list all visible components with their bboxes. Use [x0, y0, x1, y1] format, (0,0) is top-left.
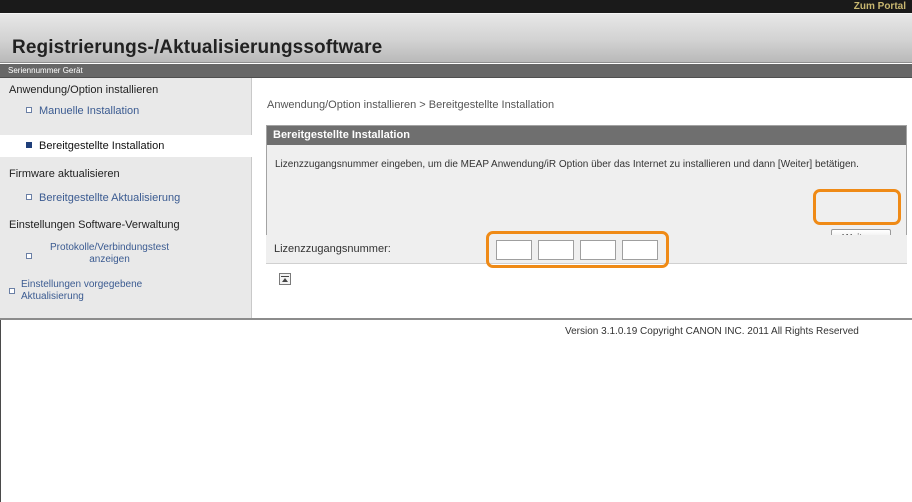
- back-to-top-icon[interactable]: [279, 273, 291, 285]
- sidebar-item-label: Einstellungen vorgegebene Aktualisierung: [21, 279, 143, 302]
- portal-link[interactable]: Zum Portal: [854, 0, 906, 13]
- sidebar-section-firmware: Firmware aktualisieren: [9, 168, 120, 180]
- title-bar: Registrierungs-/Aktualisierungssoftware: [0, 13, 912, 63]
- square-bullet-icon: [26, 253, 32, 259]
- breadcrumb: Anwendung/Option installieren > Bereitge…: [267, 99, 555, 111]
- square-bullet-icon: [26, 107, 32, 113]
- serial-number-bar: Seriennummer Gerät: [0, 64, 912, 78]
- copyright-footer: Version 3.1.0.19 Copyright CANON INC. 20…: [565, 326, 859, 337]
- square-bullet-icon: [26, 142, 32, 148]
- license-number-label: Lizenzzugangsnummer:: [274, 243, 391, 255]
- divider: [0, 318, 912, 320]
- license-field-3[interactable]: [580, 240, 616, 260]
- sidebar-item-label: Protokolle/Verbindungstest anzeigen: [50, 242, 169, 265]
- square-bullet-icon: [26, 194, 32, 200]
- square-bullet-icon: [9, 288, 15, 294]
- license-field-2[interactable]: [538, 240, 574, 260]
- serial-number-label: Seriennummer Gerät: [8, 66, 83, 75]
- sidebar-item-manual-installation[interactable]: Manuelle Installation: [0, 105, 252, 117]
- sidebar-item-logs-connection-test[interactable]: Protokolle/Verbindungstest anzeigen: [0, 242, 252, 266]
- license-field-1[interactable]: [496, 240, 532, 260]
- main-content: Anwendung/Option installieren > Bereitge…: [252, 78, 912, 318]
- divider: [0, 320, 1, 502]
- sidebar-section-settings: Einstellungen Software-Verwaltung: [9, 219, 180, 231]
- sidebar-item-default-update-settings[interactable]: Einstellungen vorgegebene Aktualisierung: [0, 279, 252, 303]
- sidebar-item-label: Bereitgestellte Aktualisierung: [39, 192, 181, 204]
- sidebar-item-provided-installation[interactable]: Bereitgestellte Installation: [0, 135, 252, 157]
- sidebar-section-install: Anwendung/Option installieren: [9, 84, 159, 96]
- sidebar-item-label: Bereitgestellte Installation: [39, 140, 165, 152]
- top-bar: Zum Portal: [0, 0, 912, 13]
- sidebar: Anwendung/Option installieren Manuelle I…: [0, 78, 252, 318]
- panel-title: Bereitgestellte Installation: [267, 126, 906, 145]
- sidebar-item-provided-update[interactable]: Bereitgestellte Aktualisierung: [0, 192, 252, 204]
- license-field-4[interactable]: [622, 240, 658, 260]
- sidebar-item-label: Manuelle Installation: [39, 105, 140, 117]
- page-title: Registrierungs-/Aktualisierungssoftware: [12, 37, 383, 58]
- license-number-row: Lizenzzugangsnummer:: [266, 235, 907, 264]
- panel-description: Lizenzzugangsnummer eingeben, um die MEA…: [275, 159, 859, 170]
